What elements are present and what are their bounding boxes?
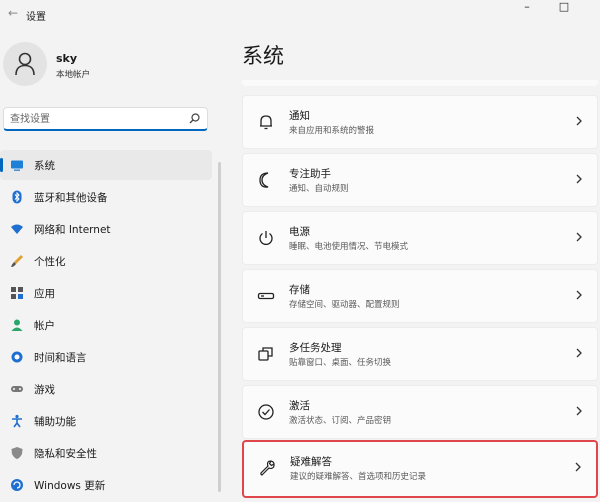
sidebar-item-label: 应用 [34, 288, 55, 300]
brush-icon [11, 255, 23, 267]
chevron-right-icon [576, 232, 582, 242]
card-title: 通知 [289, 110, 310, 122]
sidebar-item-label: Windows 更新 [34, 480, 106, 492]
card-title: 电源 [289, 226, 310, 238]
settings-card-focus-assist[interactable]: 专注助手 通知、自动规则 [242, 153, 598, 207]
settings-card-notifications[interactable]: 通知 来自应用和系统的警报 [242, 95, 598, 149]
card-subtitle: 激活状态、订阅、产品密钥 [289, 416, 392, 426]
sidebar-item-label: 个性化 [34, 256, 66, 268]
settings-card-troubleshoot[interactable]: 疑难解答 建议的疑难解答、首选项和历史记录 [242, 440, 598, 498]
title-bar: ← 设置 – □ [0, 0, 600, 30]
card-title: 激活 [289, 400, 310, 412]
update-icon [11, 479, 23, 491]
check-circle-icon [258, 404, 274, 420]
card-subtitle: 通知、自动规则 [289, 184, 349, 194]
user-name: sky [56, 52, 78, 65]
avatar[interactable] [3, 42, 47, 86]
sidebar-item-label: 辅助功能 [34, 416, 76, 428]
minimize-button[interactable]: – [515, 1, 539, 16]
bell-icon [260, 115, 272, 130]
power-icon [259, 231, 273, 245]
settings-card-activation[interactable]: 激活 激活状态、订阅、产品密钥 [242, 385, 598, 439]
back-button[interactable]: ← [6, 6, 20, 20]
card-title: 多任务处理 [289, 342, 342, 354]
person-icon [15, 52, 35, 76]
card-subtitle: 贴靠窗口、桌面、任务切换 [289, 358, 392, 368]
chevron-right-icon [576, 116, 582, 126]
sidebar-item-time-language[interactable]: 时间和语言 [0, 342, 212, 372]
card-title: 专注助手 [289, 168, 331, 180]
sidebar-item-network[interactable]: 网络和 Internet [0, 214, 212, 244]
sidebar-item-windows-update[interactable]: Windows 更新 [0, 470, 212, 500]
sidebar-item-system[interactable]: 系统 [0, 150, 212, 180]
maximize-button[interactable]: □ [552, 1, 576, 16]
accessibility-icon [12, 414, 22, 428]
sidebar-item-apps[interactable]: 应用 [0, 278, 212, 308]
sidebar-item-gaming[interactable]: 游戏 [0, 374, 212, 404]
sidebar-item-bluetooth[interactable]: 蓝牙和其他设备 [0, 182, 212, 212]
sidebar-item-label: 隐私和安全性 [34, 448, 97, 460]
active-indicator [0, 158, 3, 172]
chevron-right-icon [576, 290, 582, 300]
search-box[interactable] [3, 107, 208, 131]
globe-clock-icon [11, 351, 23, 363]
shield-icon [11, 447, 23, 459]
page-title: 系统 [242, 44, 284, 68]
sidebar-item-accounts[interactable]: 帐户 [0, 310, 212, 340]
chevron-right-icon [576, 174, 582, 184]
sidebar-item-privacy[interactable]: 隐私和安全性 [0, 438, 212, 468]
card-subtitle: 建议的疑难解答、首选项和历史记录 [290, 472, 427, 482]
card-subtitle: 来自应用和系统的警报 [289, 126, 375, 136]
card-subtitle: 睡眠、电池使用情况、节电模式 [289, 242, 409, 252]
sidebar-item-label: 蓝牙和其他设备 [34, 192, 108, 204]
settings-card-storage[interactable]: 存储 存储空间、驱动器、配置规则 [242, 269, 598, 323]
sidebar-item-label: 系统 [34, 160, 55, 172]
account-type: 本地帐户 [56, 70, 91, 80]
sidebar-item-label: 时间和语言 [34, 352, 87, 364]
wrench-icon [260, 460, 275, 476]
card-title: 存储 [289, 284, 310, 296]
monitor-icon [11, 160, 23, 171]
person-icon [11, 319, 23, 331]
sidebar-item-label: 帐户 [34, 320, 55, 332]
search-input[interactable] [10, 112, 180, 126]
wifi-icon [11, 224, 23, 234]
moon-icon [259, 172, 269, 188]
chevron-right-icon [576, 406, 582, 416]
gamepad-icon [11, 386, 23, 392]
apps-icon [11, 287, 23, 299]
chevron-right-icon [576, 348, 582, 358]
settings-card-power[interactable]: 电源 睡眠、电池使用情况、节电模式 [242, 211, 598, 265]
bluetooth-icon [12, 190, 22, 204]
sidebar-item-label: 游戏 [34, 384, 55, 396]
storage-icon [257, 292, 275, 300]
sidebar-scrollbar[interactable] [218, 162, 221, 492]
search-icon[interactable] [189, 113, 200, 124]
card-subtitle: 存储空间、驱动器、配置规则 [289, 300, 400, 310]
sidebar-item-personalization[interactable]: 个性化 [0, 246, 212, 276]
multitask-icon [258, 347, 273, 361]
previous-card-edge [242, 80, 598, 86]
window-title: 设置 [26, 12, 46, 23]
card-title: 疑难解答 [290, 456, 332, 468]
sidebar-item-label: 网络和 Internet [34, 224, 111, 236]
sidebar-item-accessibility[interactable]: 辅助功能 [0, 406, 212, 436]
settings-card-multitasking[interactable]: 多任务处理 贴靠窗口、桌面、任务切换 [242, 327, 598, 381]
chevron-right-icon [575, 462, 581, 472]
